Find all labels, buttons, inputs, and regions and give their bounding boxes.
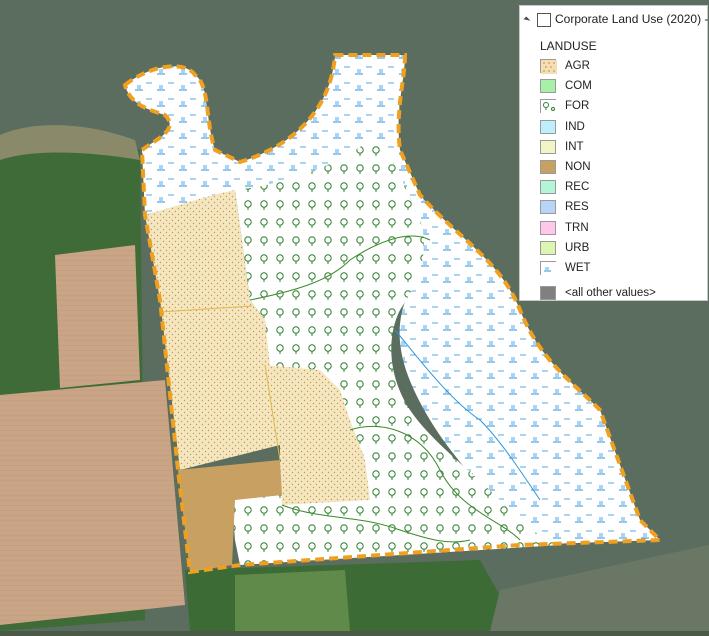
solid-swatch <box>540 286 556 301</box>
solid-swatch <box>540 79 556 94</box>
legend-item-label: RES <box>565 201 589 214</box>
collapse-caret-icon[interactable] <box>523 16 531 24</box>
solid-swatch <box>540 200 556 215</box>
legend-panel: Corporate Land Use (2020) - LANDUSE AGR C… <box>519 5 708 301</box>
legend-item-label: INT <box>565 140 584 153</box>
legend-item-label: URB <box>565 241 590 254</box>
legend-item-label: AGR <box>565 60 590 72</box>
legend-item-label: REC <box>565 181 590 194</box>
layer-visibility-checkbox[interactable] <box>537 13 551 27</box>
solid-swatch <box>540 139 556 154</box>
layer-title: Corporate Land Use (2020) - <box>555 12 709 26</box>
legend-item-label: <all other values> <box>565 287 656 300</box>
tree-swatch <box>540 99 557 115</box>
solid-swatch <box>540 160 556 174</box>
farm-field-south <box>0 380 185 625</box>
legend-item-label: COM <box>565 80 592 93</box>
legend-item-label: NON <box>565 161 591 173</box>
solid-swatch <box>540 180 556 195</box>
legend-item-label: TRN <box>565 221 589 234</box>
dot-stipple-swatch <box>540 59 557 74</box>
marsh-swatch <box>540 261 557 276</box>
legend-item-label: IND <box>565 120 585 133</box>
legend-item-label: FOR <box>565 100 590 113</box>
solid-swatch <box>540 220 556 235</box>
farm-field-north <box>55 245 140 388</box>
green-field <box>235 570 350 631</box>
legend-field-name: LANDUSE <box>540 39 597 53</box>
solid-swatch <box>540 240 556 255</box>
legend-item-label: WET <box>565 262 591 274</box>
legend-layer-header: Corporate Land Use (2020) - <box>520 12 709 32</box>
solid-swatch <box>540 119 556 134</box>
